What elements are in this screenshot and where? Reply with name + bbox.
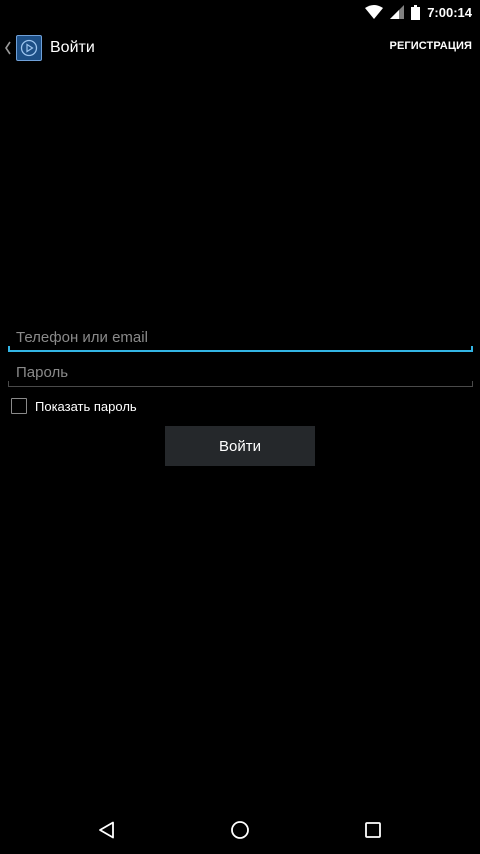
signal-icon (390, 5, 405, 19)
password-underline-tick-left (8, 381, 9, 387)
battery-icon (411, 4, 421, 20)
back-icon[interactable] (77, 821, 137, 839)
login-field[interactable] (8, 316, 473, 352)
login-input[interactable] (8, 316, 473, 352)
wifi-icon (365, 5, 384, 19)
back-chevron-icon[interactable] (4, 41, 14, 55)
password-input[interactable] (8, 351, 473, 387)
password-underline-tick-right (472, 381, 473, 387)
status-time: 7:00:14 (427, 4, 472, 20)
action-bar: Войти РЕГИСТРАЦИЯ (0, 24, 480, 72)
show-password-toggle[interactable]: Показать пароль (11, 398, 137, 414)
password-field[interactable] (8, 351, 473, 387)
home-icon[interactable] (210, 820, 270, 840)
register-button[interactable]: РЕГИСТРАЦИЯ (390, 40, 472, 52)
app-logo-icon[interactable] (16, 35, 42, 61)
show-password-label: Показать пароль (35, 398, 137, 414)
page-title: Войти (50, 39, 95, 56)
password-underline (8, 386, 473, 387)
status-bar: 7:00:14 (0, 0, 480, 24)
show-password-checkbox[interactable] (11, 398, 27, 414)
login-button[interactable]: Войти (165, 426, 315, 466)
navigation-bar (0, 806, 480, 854)
recents-icon[interactable] (343, 821, 403, 839)
